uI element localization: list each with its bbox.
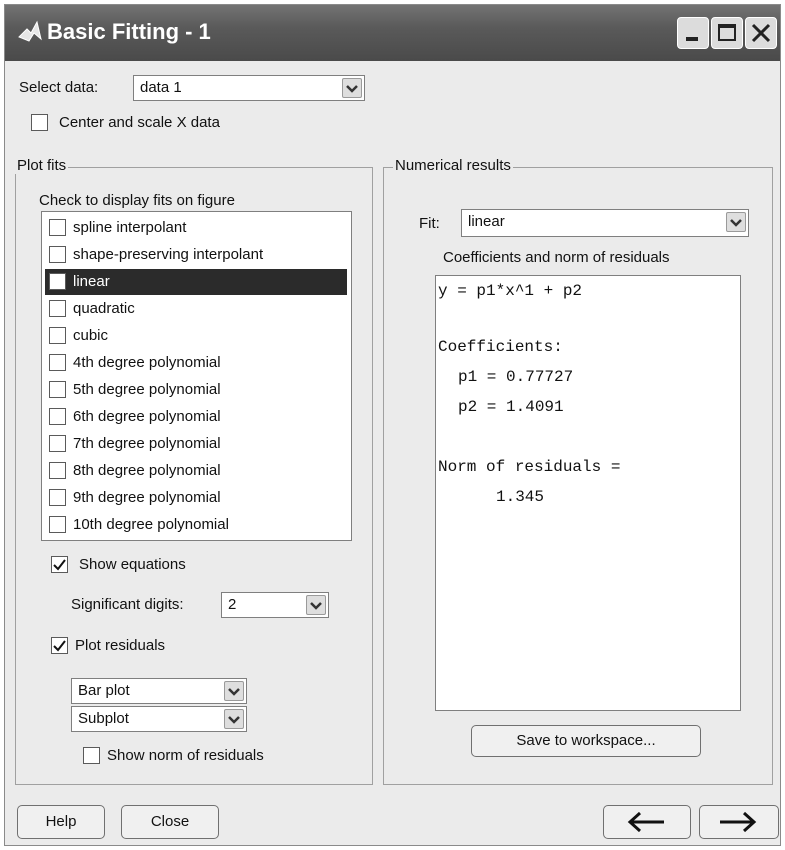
fit-item-label: spline interpolant bbox=[73, 219, 187, 236]
residual-plot-type-dropdown[interactable]: Bar plot bbox=[71, 678, 247, 704]
center-scale-checkbox[interactable] bbox=[31, 114, 48, 131]
fit-checkbox[interactable] bbox=[49, 381, 66, 398]
residual-plot-location-dropdown[interactable]: Subplot bbox=[71, 706, 247, 732]
close-button[interactable]: Close bbox=[121, 805, 219, 839]
show-equations-checkbox[interactable] bbox=[51, 556, 68, 573]
fit-item[interactable]: 4th degree polynomial bbox=[45, 350, 347, 376]
fit-item[interactable]: 6th degree polynomial bbox=[45, 404, 347, 430]
close-window-button[interactable] bbox=[745, 17, 777, 49]
significant-digits-label: Significant digits: bbox=[71, 596, 184, 613]
coefficient-p2: p2 = 1.4091 bbox=[458, 398, 564, 416]
fit-value: linear bbox=[468, 213, 505, 230]
fit-checkbox[interactable] bbox=[49, 435, 66, 452]
fit-item-label: shape-preserving interpolant bbox=[73, 246, 264, 263]
chevron-down-icon bbox=[224, 681, 244, 701]
close-icon bbox=[751, 23, 771, 43]
fit-item-label: 7th degree polynomial bbox=[73, 435, 221, 452]
plot-fits-title: Plot fits bbox=[15, 157, 69, 174]
fit-checkbox[interactable] bbox=[49, 462, 66, 479]
fit-checkbox[interactable] bbox=[49, 327, 66, 344]
fit-item[interactable]: quadratic bbox=[45, 296, 347, 322]
fit-item[interactable]: cubic bbox=[45, 323, 347, 349]
fit-checkbox[interactable] bbox=[49, 246, 66, 263]
fit-item[interactable]: 7th degree polynomial bbox=[45, 431, 347, 457]
window-title: Basic Fitting - 1 bbox=[47, 19, 211, 44]
fits-listbox[interactable]: spline interpolant shape-preserving inter… bbox=[41, 211, 352, 541]
select-data-label: Select data: bbox=[19, 79, 99, 96]
fit-item[interactable]: linear bbox=[45, 269, 347, 295]
save-to-workspace-button[interactable]: Save to workspace... bbox=[471, 725, 701, 757]
select-data-value: data 1 bbox=[140, 79, 182, 96]
residual-plot-location-value: Subplot bbox=[78, 710, 129, 727]
fit-checkbox[interactable] bbox=[49, 354, 66, 371]
fit-item[interactable]: 8th degree polynomial bbox=[45, 458, 347, 484]
fit-item-label: 8th degree polynomial bbox=[73, 462, 221, 479]
center-scale-label: Center and scale X data bbox=[59, 114, 220, 131]
fit-checkbox[interactable] bbox=[49, 219, 66, 236]
checkmark-icon bbox=[53, 559, 66, 571]
fit-item[interactable]: 10th degree polynomial bbox=[45, 512, 347, 538]
fit-item-label: 9th degree polynomial bbox=[73, 489, 221, 506]
select-data-dropdown[interactable]: data 1 bbox=[133, 75, 365, 101]
fit-item-label: 10th degree polynomial bbox=[73, 516, 229, 533]
fit-item-label: 6th degree polynomial bbox=[73, 408, 221, 425]
plot-residuals-checkbox[interactable] bbox=[51, 637, 68, 654]
help-button[interactable]: Help bbox=[17, 805, 105, 839]
plot-residuals-label: Plot residuals bbox=[75, 637, 166, 654]
chevron-down-icon bbox=[726, 212, 746, 232]
maximize-button[interactable] bbox=[711, 17, 743, 49]
chevron-down-icon bbox=[224, 709, 244, 729]
basic-fitting-window: Basic Fitting - 1 Select data: data 1 Ce… bbox=[4, 4, 781, 846]
fit-item-label: cubic bbox=[73, 327, 109, 344]
show-norm-checkbox[interactable] bbox=[83, 747, 100, 764]
fit-checkbox[interactable] bbox=[49, 489, 66, 506]
residual-plot-type-value: Bar plot bbox=[78, 682, 130, 699]
fit-checkbox[interactable] bbox=[49, 300, 66, 317]
show-norm-label: Show norm of residuals bbox=[107, 747, 264, 764]
fit-item[interactable]: 5th degree polynomial bbox=[45, 377, 347, 403]
arrow-right-icon bbox=[720, 811, 757, 833]
fit-checkbox[interactable] bbox=[49, 408, 66, 425]
significant-digits-value: 2 bbox=[228, 596, 237, 613]
coefficients-heading: Coefficients: bbox=[438, 338, 563, 356]
checkmark-icon bbox=[53, 640, 66, 652]
fit-item-label: linear bbox=[73, 273, 110, 290]
show-equations-label: Show equations bbox=[79, 556, 186, 573]
chevron-down-icon bbox=[306, 595, 326, 615]
fit-dropdown[interactable]: linear bbox=[461, 209, 749, 237]
fit-item[interactable]: shape-preserving interpolant bbox=[45, 242, 347, 268]
forward-button[interactable] bbox=[699, 805, 779, 839]
coefficients-subtitle: Coefficients and norm of residuals bbox=[443, 249, 670, 266]
arrow-left-icon bbox=[627, 811, 664, 833]
fit-checkbox[interactable] bbox=[49, 273, 66, 290]
fit-checkbox[interactable] bbox=[49, 516, 66, 533]
back-button[interactable] bbox=[603, 805, 691, 839]
fit-item[interactable]: spline interpolant bbox=[45, 215, 347, 241]
fit-item-label: 5th degree polynomial bbox=[73, 381, 221, 398]
minimize-icon bbox=[686, 37, 698, 41]
chevron-down-icon bbox=[342, 78, 362, 98]
fit-item-label: 4th degree polynomial bbox=[73, 354, 221, 371]
norm-value: 1.345 bbox=[496, 488, 545, 506]
fit-equation: y = p1*x^1 + p2 bbox=[438, 282, 583, 300]
plot-fits-instruction: Check to display fits on figure bbox=[39, 192, 235, 209]
maximize-icon bbox=[718, 24, 736, 41]
fit-label: Fit: bbox=[419, 215, 440, 232]
matlab-logo-icon bbox=[18, 20, 42, 42]
results-text-box[interactable]: y = p1*x^1 + p2 Coefficients: p1 = 0.777… bbox=[435, 275, 741, 711]
significant-digits-dropdown[interactable]: 2 bbox=[221, 592, 329, 618]
title-bar[interactable]: Basic Fitting - 1 bbox=[5, 5, 780, 61]
norm-heading: Norm of residuals = bbox=[438, 458, 621, 476]
minimize-button[interactable] bbox=[677, 17, 709, 49]
fit-item-label: quadratic bbox=[73, 300, 135, 317]
fit-item[interactable]: 9th degree polynomial bbox=[45, 485, 347, 511]
coefficient-p1: p1 = 0.77727 bbox=[458, 368, 574, 386]
numerical-results-title: Numerical results bbox=[393, 157, 513, 174]
